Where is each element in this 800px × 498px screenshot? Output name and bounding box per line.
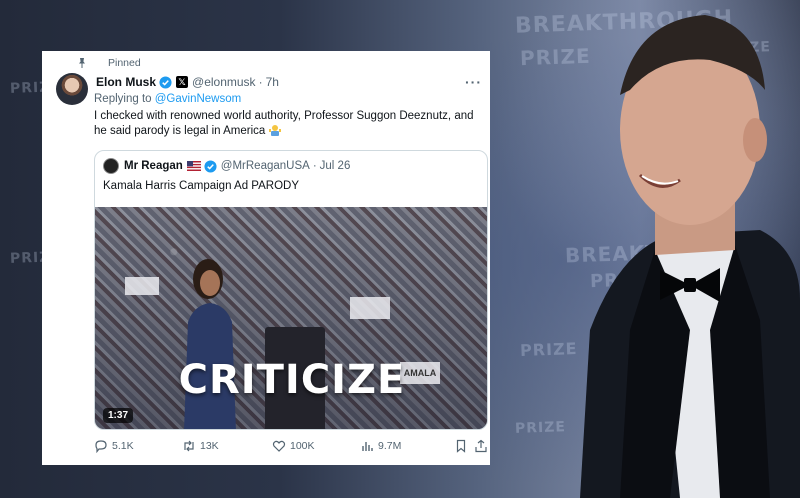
pin-icon bbox=[79, 58, 85, 68]
quoted-tweet[interactable]: Mr Reagan @MrReaganUSA · Jul 26 Kamala H… bbox=[94, 150, 488, 430]
reply-button[interactable]: 5.1K bbox=[94, 439, 134, 453]
share-button[interactable] bbox=[474, 439, 492, 453]
video-caption: CRITICIZE bbox=[178, 357, 406, 403]
quoted-author-handle[interactable]: @MrReaganUSA bbox=[221, 160, 310, 172]
author-name[interactable]: Elon Musk bbox=[96, 75, 156, 89]
quoted-tweet-date[interactable]: Jul 26 bbox=[320, 160, 351, 172]
tweet-card[interactable]: Pinned Elon Musk 𝕏 @elonmusk · 7h ··· Re… bbox=[42, 51, 490, 465]
author-avatar[interactable] bbox=[56, 73, 88, 105]
retweet-button[interactable]: 13K bbox=[182, 439, 219, 453]
backdrop-word: PRIZE bbox=[514, 419, 567, 437]
views-button[interactable]: 9.7M bbox=[360, 439, 401, 453]
quoted-author-name[interactable]: Mr Reagan bbox=[124, 160, 183, 172]
video-duration: 1:37 bbox=[103, 408, 134, 423]
crowd-sign bbox=[125, 277, 159, 295]
us-flag-icon bbox=[186, 161, 201, 171]
man-in-tuxedo-photo bbox=[580, 15, 800, 498]
tweet-text: I checked with renowned world authority,… bbox=[94, 109, 484, 139]
pinned-label: Pinned bbox=[108, 57, 141, 69]
more-options-icon[interactable]: ··· bbox=[465, 74, 482, 90]
tweet-body: I checked with renowned world authority,… bbox=[94, 110, 474, 137]
retweet-count: 13K bbox=[200, 440, 219, 452]
quoted-author-avatar[interactable] bbox=[103, 158, 119, 174]
reply-count: 5.1K bbox=[112, 440, 134, 452]
verified-badge-icon[interactable] bbox=[159, 75, 172, 89]
share-icon bbox=[475, 439, 487, 453]
bookmark-icon bbox=[456, 439, 466, 453]
bookmark-button[interactable] bbox=[454, 439, 472, 453]
verified-badge-icon[interactable] bbox=[204, 159, 217, 173]
tweet-time[interactable]: 7h bbox=[266, 75, 279, 89]
person-shrugging-emoji-icon bbox=[268, 125, 281, 136]
quoted-tweet-text: Kamala Harris Campaign Ad PARODY bbox=[103, 180, 299, 192]
reply-prefix: Replying to bbox=[94, 93, 152, 105]
retweet-icon bbox=[184, 440, 194, 452]
views-count: 9.7M bbox=[378, 440, 402, 452]
separator-dot: · bbox=[312, 160, 317, 172]
like-count: 100K bbox=[290, 440, 315, 452]
action-bar: 5.1K 13K 100K 9.7M bbox=[94, 439, 488, 457]
quoted-tweet-header: Mr Reagan @MrReaganUSA · Jul 26 bbox=[103, 158, 350, 174]
author-handle[interactable]: @elonmusk bbox=[192, 75, 256, 89]
tweet-header: Elon Musk 𝕏 @elonmusk · 7h ··· bbox=[96, 73, 482, 91]
separator-dot: · bbox=[258, 75, 263, 89]
video-thumbnail[interactable]: AMALA CRITICIZE 1:37 bbox=[95, 207, 487, 429]
heart-icon bbox=[272, 440, 286, 452]
x-affiliate-badge-icon[interactable]: 𝕏 bbox=[176, 76, 189, 88]
like-button[interactable]: 100K bbox=[272, 439, 315, 453]
crowd-sign bbox=[350, 297, 390, 319]
reply-context: Replying to @GavinNewsom bbox=[94, 93, 241, 105]
views-icon bbox=[362, 442, 373, 451]
reply-to-link[interactable]: @GavinNewsom bbox=[155, 93, 241, 105]
reply-icon bbox=[95, 440, 107, 453]
